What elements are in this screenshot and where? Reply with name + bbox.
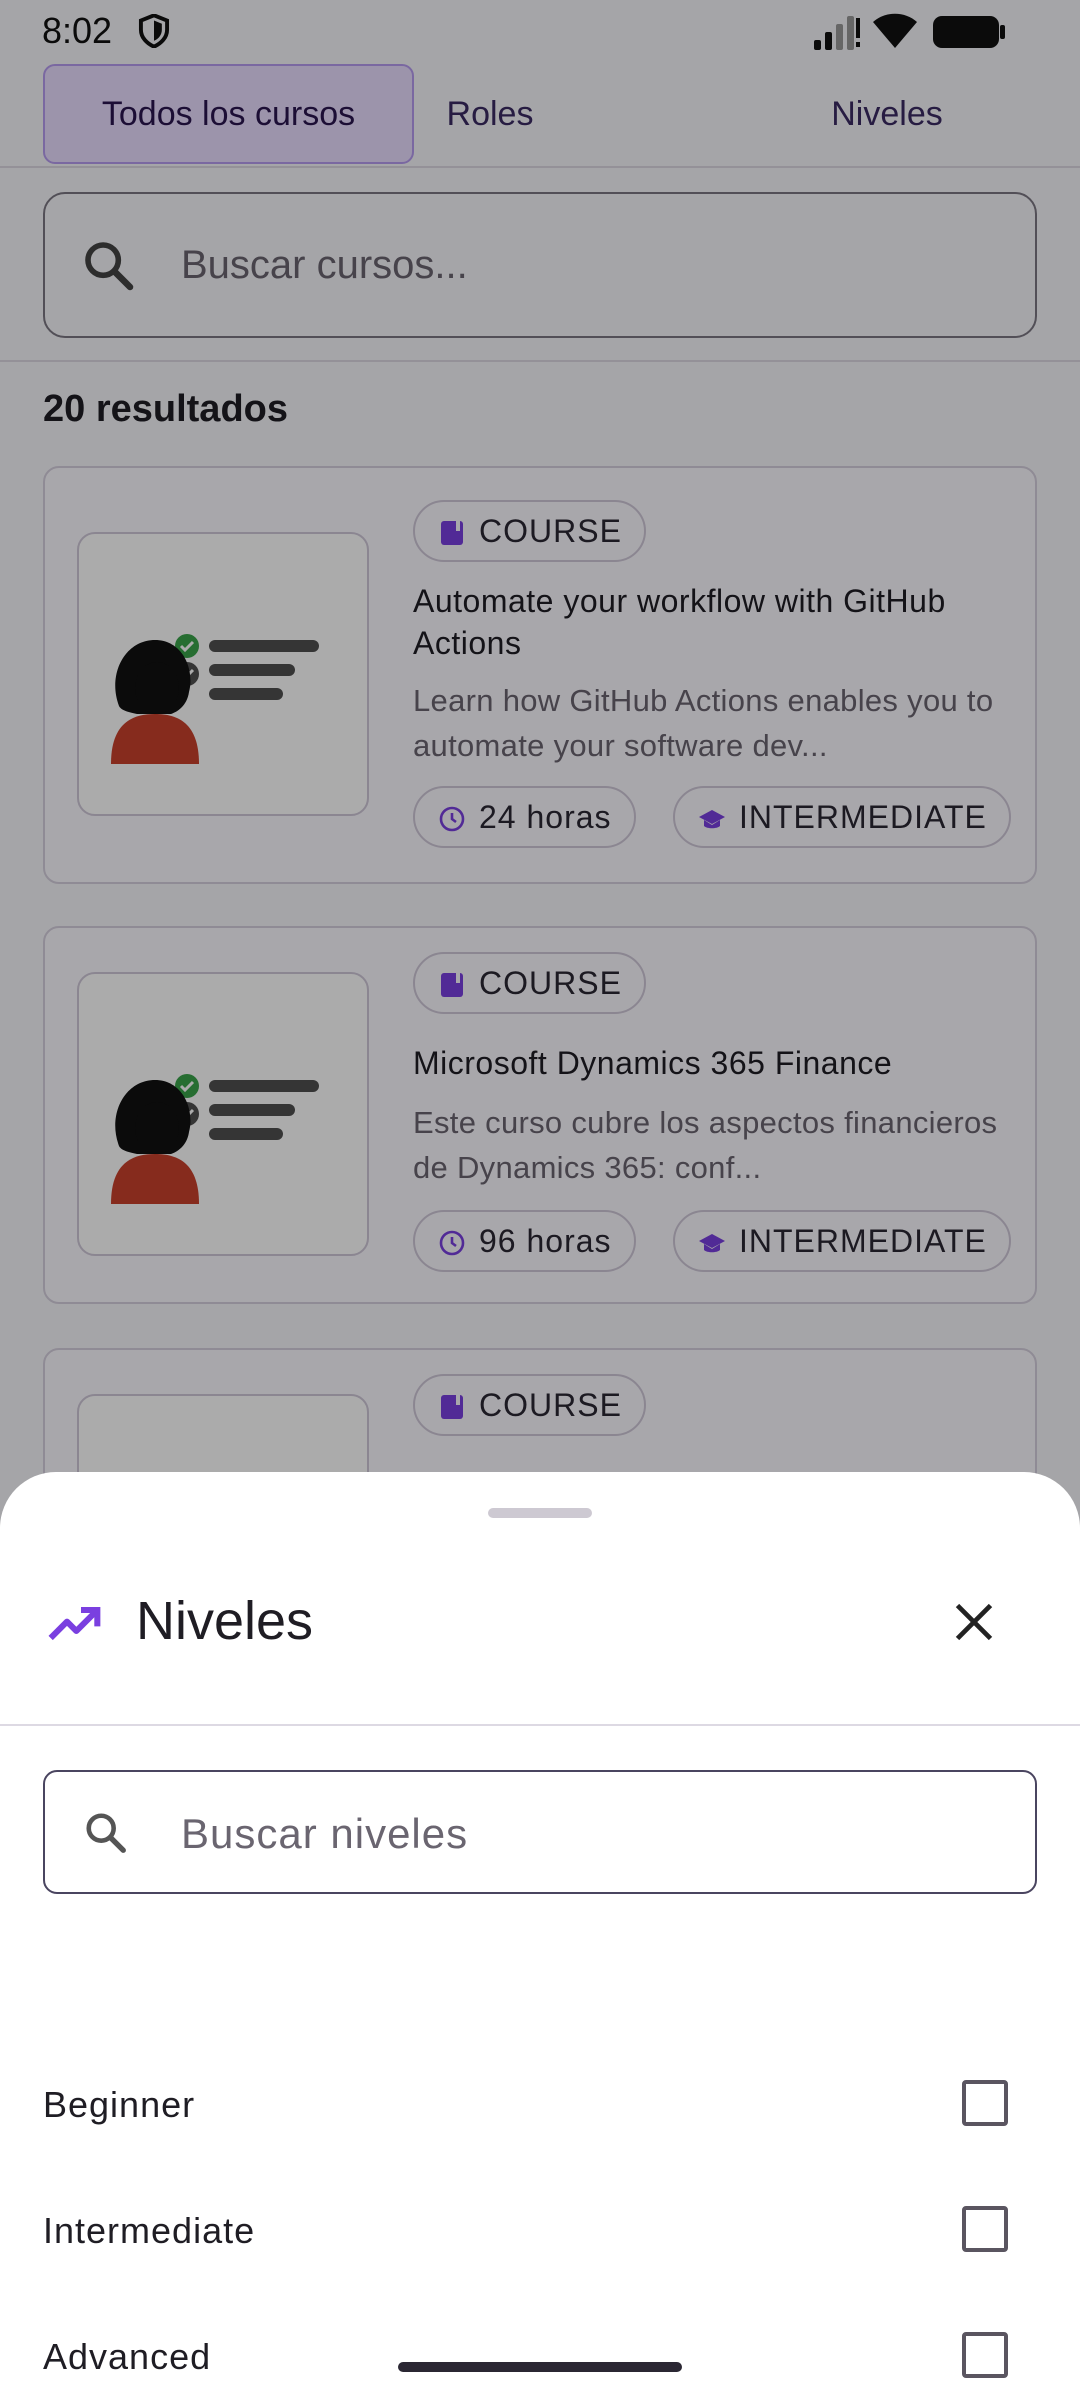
divider <box>0 1724 1080 1726</box>
levels-search-field[interactable]: Buscar niveles <box>43 1770 1037 1894</box>
level-checkbox[interactable] <box>962 2080 1008 2126</box>
trending-up-icon <box>48 1606 101 1641</box>
drag-handle[interactable] <box>488 1508 592 1518</box>
level-option-intermediate[interactable]: Intermediate <box>0 2168 1080 2294</box>
level-option-beginner[interactable]: Beginner <box>0 2042 1080 2168</box>
level-checkbox[interactable] <box>962 2332 1008 2378</box>
home-indicator[interactable] <box>398 2362 682 2372</box>
close-icon <box>955 1603 993 1641</box>
level-checkbox[interactable] <box>962 2206 1008 2252</box>
level-option-label: Intermediate <box>43 2210 256 2251</box>
level-option-advanced[interactable]: Advanced <box>0 2294 1080 2400</box>
search-icon <box>86 1813 126 1853</box>
close-button[interactable] <box>936 1584 1012 1660</box>
search-placeholder: Buscar niveles <box>181 1810 469 1857</box>
level-option-label: Beginner <box>43 2084 196 2125</box>
sheet-title: Niveles <box>136 1591 314 1651</box>
level-option-label: Advanced <box>43 2336 212 2377</box>
levels-bottom-sheet: Niveles Buscar niveles Beginner Intermed… <box>0 1472 1080 2400</box>
